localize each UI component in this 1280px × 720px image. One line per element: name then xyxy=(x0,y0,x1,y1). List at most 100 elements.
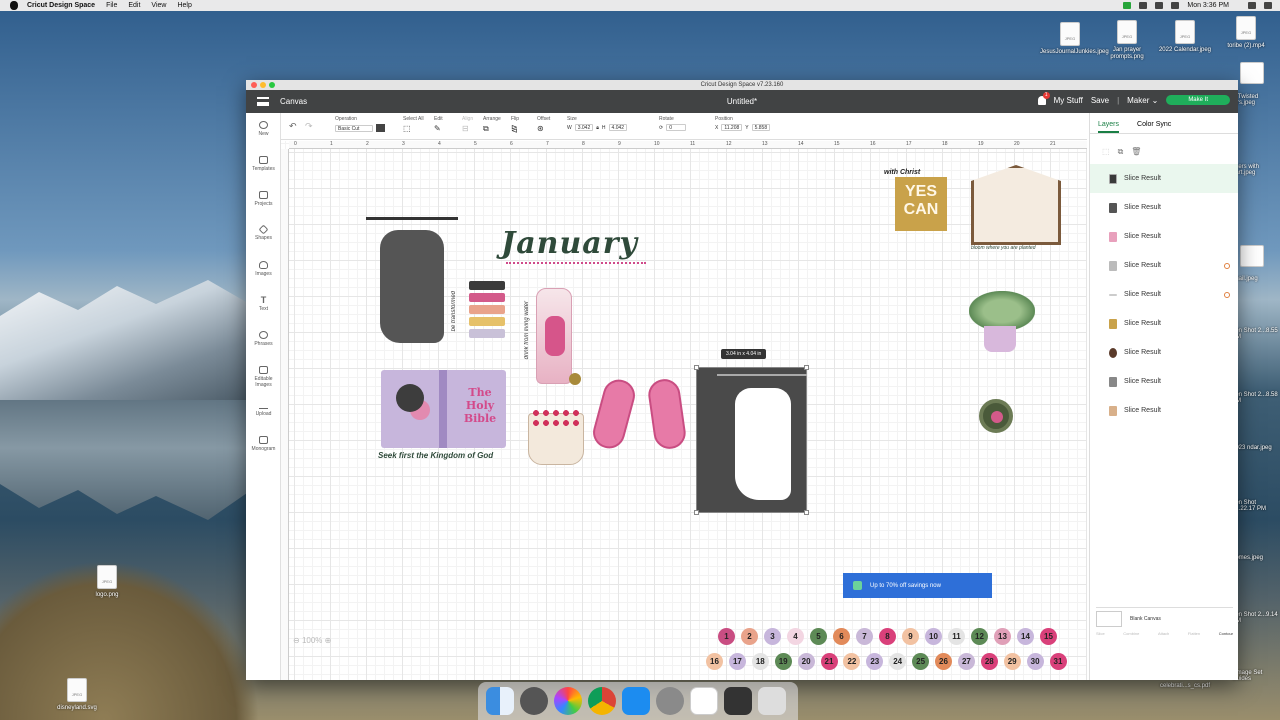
bible-book[interactable]: The Holy Bible xyxy=(381,370,506,448)
video-app-icon[interactable] xyxy=(724,687,752,715)
align-group[interactable]: Align ⊟ xyxy=(462,116,473,133)
date-circle[interactable]: 8 xyxy=(879,628,896,645)
january-title[interactable]: January xyxy=(501,226,638,261)
group-icon[interactable]: ⬚ xyxy=(1102,147,1110,157)
coffee-cup[interactable] xyxy=(979,399,1013,433)
yes-can-sticker[interactable]: YES CAN xyxy=(895,177,947,231)
redo-icon[interactable]: ↷ xyxy=(305,121,313,132)
date-circle[interactable]: 13 xyxy=(994,628,1011,645)
combine-button[interactable]: Combine xyxy=(1123,631,1139,636)
date-circle[interactable]: 17 xyxy=(728,653,746,670)
date-circle[interactable]: 6 xyxy=(833,628,850,645)
date-circle[interactable]: 25 xyxy=(912,653,930,670)
bell-icon[interactable]: 1 xyxy=(1037,91,1050,105)
date-circle[interactable]: 22 xyxy=(843,653,861,670)
selected-slice-result[interactable] xyxy=(694,365,809,515)
resize-handle[interactable] xyxy=(804,365,809,370)
date-circle[interactable]: 31 xyxy=(1049,653,1067,670)
menu-file[interactable]: File xyxy=(106,0,117,11)
warning-icon[interactable] xyxy=(1224,262,1230,269)
date-circle[interactable]: 30 xyxy=(1026,653,1044,670)
left-tool-editable-images[interactable]: Editable Images xyxy=(246,366,281,388)
undo-icon[interactable]: ↶ xyxy=(289,121,297,132)
left-tool-images[interactable]: Images xyxy=(246,261,281,277)
left-tool-upload[interactable]: Upload xyxy=(246,401,281,417)
shelf-house[interactable] xyxy=(971,165,1061,245)
trash-icon[interactable] xyxy=(758,687,786,715)
select-all-group[interactable]: Select All ⬚ xyxy=(403,116,424,133)
flatten-button[interactable]: Flatten xyxy=(1188,631,1200,636)
date-circle[interactable]: 26 xyxy=(935,653,952,670)
date-circle[interactable]: 14 xyxy=(1017,628,1034,645)
spotlight-icon[interactable] xyxy=(1248,2,1256,9)
left-tool-new[interactable]: New xyxy=(246,121,281,137)
zoom-icon[interactable] xyxy=(269,82,275,88)
bluetooth-icon[interactable] xyxy=(1139,2,1148,9)
date-circle[interactable]: 16 xyxy=(706,653,723,670)
menu-view[interactable]: View xyxy=(151,0,166,11)
layer-item[interactable]: Slice Result xyxy=(1090,280,1238,309)
edit-group[interactable]: Edit ✎ xyxy=(434,116,443,133)
cricut-icon[interactable] xyxy=(690,687,718,715)
desktop-file[interactable]: toribe (2).mp4 xyxy=(1216,16,1276,50)
lock-icon[interactable]: 🔒︎ xyxy=(596,125,599,131)
plant-leaves[interactable] xyxy=(969,291,1035,331)
desktop-file[interactable]: logo.png xyxy=(77,565,137,599)
date-circle[interactable]: 4 xyxy=(787,628,804,645)
design-canvas[interactable]: 0 1 2 3 4 5 6 7 8 9 10 11 12 13 14 15 16 17 18 19 20 21 Janua… xyxy=(281,141,1087,680)
promo-banner[interactable]: Up to 70% off savings now xyxy=(843,573,992,598)
layer-item[interactable]: Slice Result xyxy=(1090,222,1238,251)
blank-canvas-row[interactable]: Blank Canvas xyxy=(1096,607,1233,629)
minimize-icon[interactable] xyxy=(260,82,266,88)
resize-handle[interactable] xyxy=(804,510,809,515)
date-circle[interactable]: 12 xyxy=(971,628,988,645)
color-swatch[interactable] xyxy=(376,124,385,132)
tab-color-sync[interactable]: Color Sync xyxy=(1137,121,1171,133)
date-circle[interactable]: 29 xyxy=(1003,653,1021,670)
layer-item[interactable]: Slice Result xyxy=(1090,251,1238,280)
resize-handle[interactable] xyxy=(694,510,699,515)
app-store-icon[interactable] xyxy=(622,687,650,715)
slice-line[interactable] xyxy=(366,217,458,220)
desktop-file-icon[interactable] xyxy=(1240,245,1264,267)
rotate-input[interactable]: 0 xyxy=(666,124,687,131)
battery-icon[interactable] xyxy=(1171,2,1180,9)
my-stuff-button[interactable]: My Stuff xyxy=(1054,96,1083,105)
date-circle[interactable]: 15 xyxy=(1040,628,1057,645)
finder-icon[interactable] xyxy=(486,687,514,715)
wifi-icon[interactable] xyxy=(1155,2,1164,9)
attach-button[interactable]: Attach xyxy=(1158,631,1169,636)
layer-item[interactable]: Slice Result xyxy=(1090,367,1238,396)
close-icon[interactable] xyxy=(251,82,257,88)
menubar-clock[interactable]: Mon 3:36 PM xyxy=(1187,0,1229,11)
left-tool-monogram[interactable]: Monogram xyxy=(246,436,281,452)
launchpad-icon[interactable] xyxy=(520,687,548,715)
date-circle[interactable]: 7 xyxy=(856,628,873,645)
desktop-file[interactable]: JesusJournalJunkies.jpeg xyxy=(1040,22,1109,56)
status-app-icon[interactable] xyxy=(1123,2,1132,9)
date-circle[interactable]: 27 xyxy=(957,653,975,670)
siri-icon[interactable] xyxy=(1264,2,1272,9)
arrange-group[interactable]: Arrange ⧉ xyxy=(483,116,501,134)
date-circle[interactable]: 3 xyxy=(764,628,781,645)
date-circle[interactable]: 10 xyxy=(925,628,942,645)
desktop-file[interactable]: disneyland.svg xyxy=(47,678,107,712)
operation-select[interactable]: Basic Cut xyxy=(335,124,373,132)
layer-item[interactable]: Slice Result xyxy=(1090,338,1238,367)
trash-icon[interactable]: 🗑︎ xyxy=(1131,147,1141,157)
left-tool-projects[interactable]: Projects xyxy=(246,191,281,207)
chrome-icon[interactable] xyxy=(588,687,616,715)
desktop-file-icon[interactable] xyxy=(1240,62,1264,84)
slice-shape-dark[interactable] xyxy=(380,230,444,343)
x-input[interactable]: 11.208 xyxy=(721,124,743,131)
layer-item[interactable]: Slice Result xyxy=(1090,396,1238,425)
desktop-file[interactable]: 2022 Calendar.jpeg xyxy=(1155,20,1215,54)
photos-icon[interactable] xyxy=(554,687,582,715)
menu-help[interactable]: Help xyxy=(177,0,191,11)
flip-group[interactable]: Flip ⧎ xyxy=(511,116,519,133)
strawberry-basket[interactable] xyxy=(528,408,584,465)
date-circle[interactable]: 23 xyxy=(866,653,884,670)
transformed-text[interactable]: be transformed xyxy=(451,291,457,331)
left-tool-phrases[interactable]: Phrases xyxy=(246,331,281,347)
tab-layers[interactable]: Layers xyxy=(1098,121,1120,133)
